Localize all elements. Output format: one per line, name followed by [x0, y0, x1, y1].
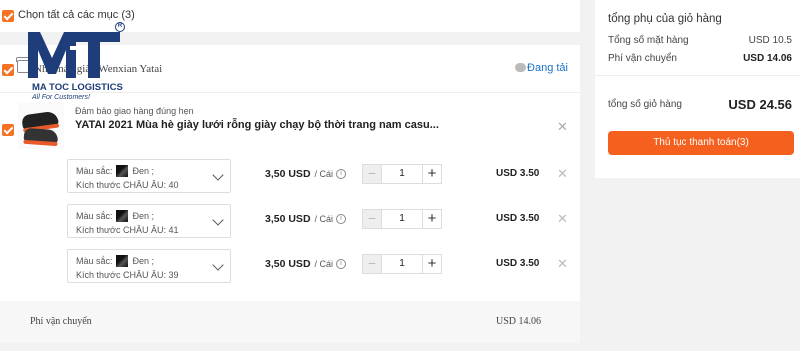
product-thumbnail[interactable]	[18, 103, 64, 149]
color-line: Màu sắc: Đen ;	[76, 210, 154, 222]
minus-icon[interactable]: −	[362, 254, 382, 274]
remove-product-close-icon[interactable]: ✕	[557, 119, 568, 135]
variant-select[interactable]: Màu sắc: Đen ; Kích thước CHÂU ÂU: 40	[67, 159, 231, 193]
unit-price-value: 3,50 USD	[265, 168, 311, 180]
variant-total: USD 3.50	[496, 258, 540, 269]
minus-icon[interactable]: −	[362, 164, 382, 184]
items-row: Tổng số mặt hàng USD 10.5	[608, 35, 792, 46]
shipping-bar: Phí vận chuyển USD 14.06	[0, 301, 580, 343]
size-line: Kích thước CHÂU ÂU: 39	[76, 270, 179, 280]
store-checkbox[interactable]	[2, 64, 14, 76]
quantity-stepper: − 1 +	[362, 254, 442, 274]
variant-total: USD 3.50	[496, 213, 540, 224]
unit-price: 3,50 USD / Cái i	[265, 258, 347, 270]
mt-logo-mark	[28, 32, 120, 78]
checkout-button[interactable]: Thủ tục thanh toán(3)	[608, 131, 794, 155]
variant-select[interactable]: Màu sắc: Đen ; Kích thước CHÂU ÂU: 39	[67, 249, 231, 283]
shipping-row: Phí vận chuyển USD 14.06	[608, 53, 792, 64]
color-label: Màu sắc:	[76, 211, 113, 221]
product-checkbox[interactable]	[2, 124, 14, 136]
summary-shipping-value: USD 14.06	[743, 53, 792, 64]
color-label: Màu sắc:	[76, 256, 113, 266]
brand-name: MA TOC LOGISTICS	[32, 82, 123, 93]
plus-icon[interactable]: +	[422, 254, 442, 274]
unit-price-value: 3,50 USD	[265, 258, 311, 270]
variant-row: Màu sắc: Đen ; Kích thước CHÂU ÂU: 40 3,…	[0, 159, 580, 193]
minus-icon[interactable]: −	[362, 209, 382, 229]
plus-icon[interactable]: +	[422, 209, 442, 229]
variant-total: USD 3.50	[496, 168, 540, 179]
quantity-input[interactable]: 1	[382, 209, 422, 229]
items-value: USD 10.5	[748, 35, 792, 46]
info-icon[interactable]: i	[336, 169, 347, 179]
color-value: Đen ;	[132, 256, 155, 266]
color-swatch	[115, 255, 128, 267]
chevron-down-icon	[212, 259, 224, 271]
size-line: Kích thước CHÂU ÂU: 41	[76, 225, 179, 235]
divider	[595, 75, 800, 76]
remove-variant-close-icon[interactable]: ✕	[557, 256, 568, 272]
quantity-stepper: − 1 +	[362, 164, 442, 184]
upload-status[interactable]: Đang tải	[527, 62, 568, 74]
unit-price: 3,50 USD / Cái i	[265, 213, 347, 225]
summary-shipping-label: Phí vận chuyển	[608, 53, 677, 64]
color-label: Màu sắc:	[76, 166, 113, 176]
total-label: tổng số giỏ hàng	[608, 99, 682, 110]
variant-row: Màu sắc: Đen ; Kích thước CHÂU ÂU: 39 3,…	[0, 249, 580, 283]
shipping-label: Phí vận chuyển	[30, 316, 92, 327]
total-value: USD 24.56	[728, 97, 792, 112]
quantity-stepper: − 1 +	[362, 209, 442, 229]
color-value: Đen ;	[132, 166, 155, 176]
select-all-label[interactable]: Chọn tất cả các mục (3)	[18, 9, 135, 21]
unit-price: 3,50 USD / Cái i	[265, 168, 347, 180]
remove-variant-close-icon[interactable]: ✕	[557, 211, 568, 227]
items-label: Tổng số mặt hàng	[608, 35, 689, 46]
info-icon[interactable]: i	[336, 259, 347, 269]
color-line: Màu sắc: Đen ;	[76, 255, 154, 267]
registered-mark: R	[115, 22, 125, 32]
color-swatch	[115, 165, 128, 177]
plus-icon[interactable]: +	[422, 164, 442, 184]
variant-row: Màu sắc: Đen ; Kích thước CHÂU ÂU: 41 3,…	[0, 204, 580, 238]
chevron-down-icon	[212, 169, 224, 181]
quantity-input[interactable]: 1	[382, 254, 422, 274]
quantity-input[interactable]: 1	[382, 164, 422, 184]
cart-summary: tổng phụ của giỏ hàng Tổng số mặt hàng U…	[595, 0, 800, 178]
color-swatch	[115, 210, 128, 222]
brand-slogan: All For Customers!	[32, 94, 90, 101]
summary-title: tổng phụ của giỏ hàng	[608, 13, 722, 25]
info-icon[interactable]: i	[336, 214, 347, 224]
unit-label: / Cái	[314, 259, 334, 269]
shipping-value: USD 14.06	[496, 316, 542, 327]
shoe-image	[23, 127, 59, 144]
shoe-image	[21, 110, 59, 130]
unit-label: / Cái	[314, 169, 334, 179]
color-value: Đen ;	[132, 211, 155, 221]
remove-variant-close-icon[interactable]: ✕	[557, 166, 568, 182]
color-line: Màu sắc: Đen ;	[76, 165, 154, 177]
select-all-checkbox[interactable]	[2, 10, 14, 22]
unit-price-value: 3,50 USD	[265, 213, 311, 225]
size-line: Kích thước CHÂU ÂU: 40	[76, 180, 179, 190]
variant-select[interactable]: Màu sắc: Đen ; Kích thước CHÂU ÂU: 41	[67, 204, 231, 238]
product-title[interactable]: YATAI 2021 Mùa hè giày lưới rỗng giày ch…	[75, 119, 439, 131]
chevron-down-icon	[212, 214, 224, 226]
brand-logo: R MA TOC LOGISTICS All For Customers!	[26, 22, 126, 108]
unit-label: / Cái	[314, 214, 334, 224]
cloud-icon	[515, 63, 526, 72]
